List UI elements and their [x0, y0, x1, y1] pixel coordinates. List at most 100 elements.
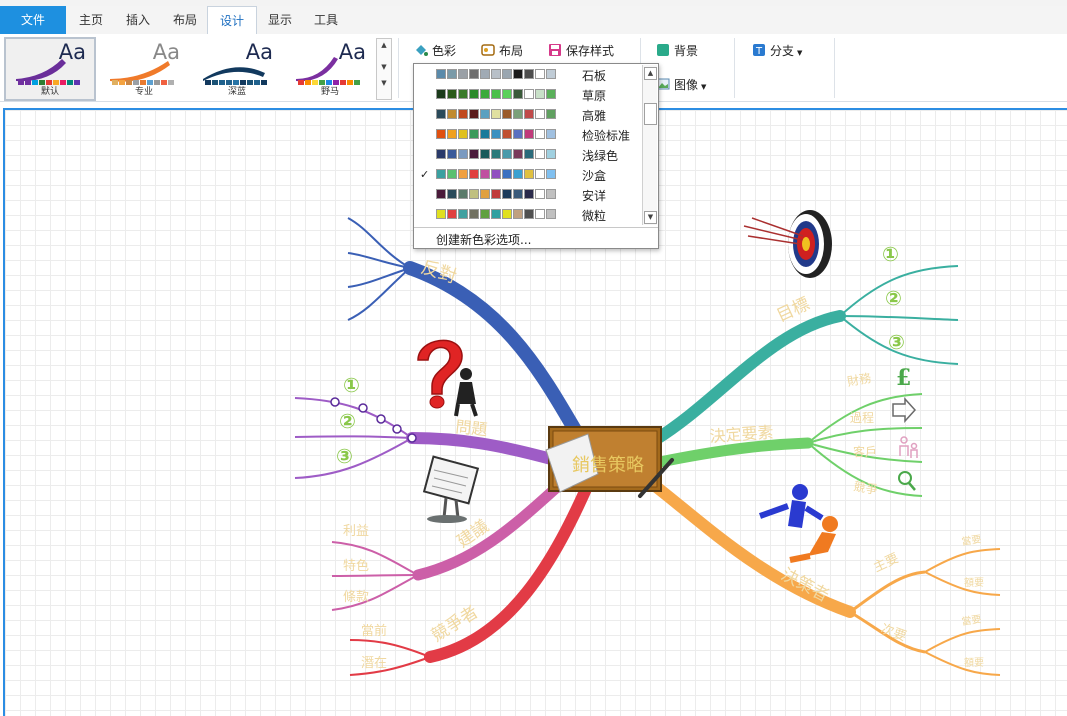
color-scheme-item[interactable]: 草原: [414, 85, 642, 105]
swatch-chip: [535, 89, 545, 99]
create-color-scheme-item[interactable]: 创建新色彩选项...: [414, 227, 658, 248]
scroll-thumb[interactable]: [644, 103, 657, 125]
swatch-chip: [513, 109, 523, 119]
swatch-chip: [458, 149, 468, 159]
background-label: 背景: [674, 44, 699, 58]
color-scheme-item[interactable]: 检验标准: [414, 125, 642, 145]
swatch-chip: [469, 209, 479, 219]
swatch-chip: [458, 129, 468, 139]
swatch-chip: [447, 89, 457, 99]
save-style-button[interactable]: 保存样式: [548, 41, 614, 61]
color-swatch-row: [436, 89, 556, 99]
color-scheme-item[interactable]: 石板: [414, 65, 642, 85]
gallery-more-icon[interactable]: ▼: [377, 79, 391, 87]
image-dropdown-arrow-icon[interactable]: ▼: [701, 83, 706, 91]
branch-button[interactable]: T 分支 ▼: [752, 41, 802, 61]
swatch-chip: [513, 69, 523, 79]
swatch-chip: [535, 109, 545, 119]
tab-home[interactable]: 主页: [68, 6, 114, 34]
tab-layout[interactable]: 布局: [162, 6, 208, 34]
swatch-chip: [546, 169, 556, 179]
swatch-chip: [480, 169, 490, 179]
scroll-up-icon[interactable]: ▲: [377, 39, 391, 51]
swatch-chip: [546, 129, 556, 139]
swatch-chip: [436, 209, 446, 219]
swatch-chip: [458, 189, 468, 199]
swatch-chip: [513, 89, 523, 99]
color-scheme-item[interactable]: 微粒: [414, 205, 642, 225]
swatch-chip: [524, 109, 534, 119]
menu-tab-bar: 文件 主页 插入 布局 设计 显示 工具: [0, 6, 1067, 36]
swatch-chip: [513, 149, 523, 159]
color-scheme-item[interactable]: 高雅: [414, 105, 642, 125]
swatch-chip: [458, 69, 468, 79]
theme-aa-text: Aa: [338, 40, 366, 64]
swatch-chip: [535, 189, 545, 199]
color-scheme-name: 草原: [582, 89, 607, 103]
theme-aa-text: Aa: [58, 40, 86, 64]
swatch-chip: [502, 169, 512, 179]
swatch-chip: [491, 109, 501, 119]
swatch-chip: [502, 129, 512, 139]
swatch-chip: [491, 169, 501, 179]
color-swatch-row: [436, 109, 556, 119]
scroll-down-icon[interactable]: ▼: [644, 211, 657, 224]
swatch-chip: [491, 89, 501, 99]
color-swatch-row: [436, 209, 556, 219]
color-scheme-name: 安详: [582, 189, 607, 203]
swatch-chip: [447, 69, 457, 79]
color-scheme-item[interactable]: 浅绿色: [414, 145, 642, 165]
swatch-chip: [436, 149, 446, 159]
svg-text:T: T: [755, 46, 763, 57]
theme-gallery-scroll[interactable]: ▲ ▼ ▼: [376, 38, 392, 100]
swatch-chip: [436, 129, 446, 139]
color-swatch-row: [436, 69, 556, 79]
swatch-chip: [535, 209, 545, 219]
theme-professional[interactable]: Aa 专业: [99, 38, 189, 100]
swatch-chip: [546, 149, 556, 159]
swatch-chip: [524, 89, 534, 99]
color-scheme-name: 微粒: [582, 209, 607, 223]
swatch-chip: [491, 149, 501, 159]
color-scheme-name: 石板: [582, 69, 607, 83]
theme-mustang[interactable]: Aa 野马: [285, 38, 375, 100]
theme-default[interactable]: Aa 默认: [4, 37, 96, 101]
save-icon: [549, 44, 561, 56]
color-scheme-item[interactable]: 安详: [414, 185, 642, 205]
theme-label: 深蓝: [227, 87, 246, 97]
color-scheme-dropdown[interactable]: 石板 草原 高雅 检验标准 浅绿色 ✓ 沙盒 安详 微粒 ▲ ▼ 创建新色彩选项.…: [413, 63, 659, 249]
swatch-chip: [436, 189, 446, 199]
tab-design[interactable]: 设计: [207, 6, 257, 36]
dropdown-scrollbar[interactable]: ▲ ▼: [642, 65, 657, 225]
tab-tools[interactable]: 工具: [303, 6, 349, 34]
color-button[interactable]: 色彩: [414, 41, 456, 61]
swatch-chip: [447, 129, 457, 139]
image-button[interactable]: 图像 ▼: [656, 75, 706, 95]
color-scheme-name: 浅绿色: [582, 149, 619, 163]
color-swatch-row: [436, 129, 556, 139]
color-scheme-item[interactable]: ✓ 沙盒: [414, 165, 642, 185]
swatch-chip: [502, 149, 512, 159]
check-icon: ✓: [420, 168, 430, 181]
tab-display[interactable]: 显示: [257, 6, 303, 34]
color-scheme-name: 检验标准: [582, 129, 631, 143]
swatch-chip: [546, 209, 556, 219]
theme-label: 默认: [40, 87, 59, 97]
background-button[interactable]: 背景: [656, 41, 698, 61]
swatch-chip: [480, 109, 490, 119]
swatch-chip: [535, 129, 545, 139]
theme-deep-blue[interactable]: Aa 深蓝: [192, 38, 282, 100]
swatch-chip: [458, 209, 468, 219]
layout-button[interactable]: 布局: [481, 41, 523, 61]
swatch-chip: [480, 69, 490, 79]
tab-file[interactable]: 文件: [0, 6, 66, 34]
swatch-chip: [447, 169, 457, 179]
theme-aa-text: Aa: [152, 40, 180, 64]
tab-insert[interactable]: 插入: [114, 6, 162, 34]
scroll-down-icon[interactable]: ▼: [377, 63, 391, 71]
branch-dropdown-arrow-icon[interactable]: ▼: [797, 49, 802, 57]
theme-aa-text: Aa: [245, 40, 273, 64]
swatch-chip: [480, 149, 490, 159]
swatch-chip: [469, 89, 479, 99]
scroll-up-icon[interactable]: ▲: [644, 67, 657, 80]
